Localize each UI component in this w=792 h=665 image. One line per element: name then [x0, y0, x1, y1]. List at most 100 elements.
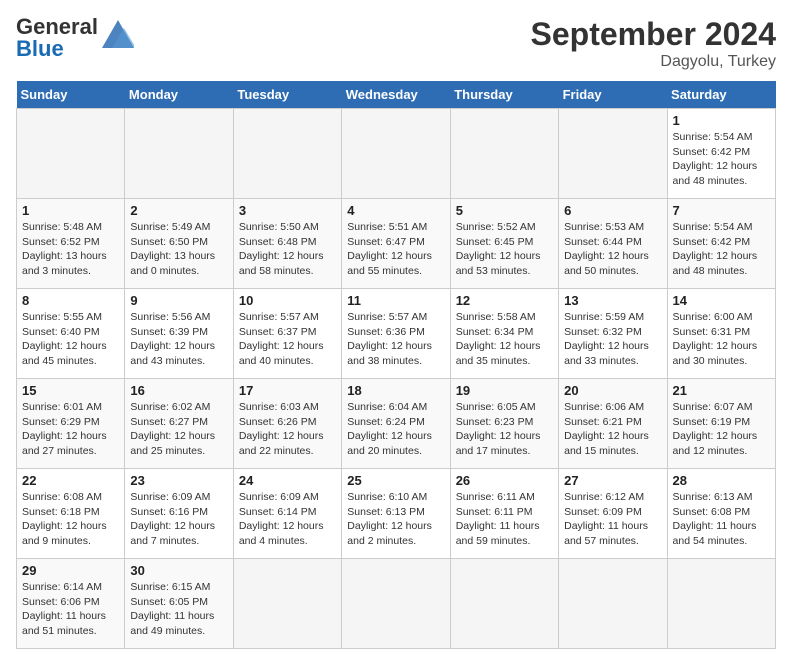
calendar-week-2: 1Sunrise: 5:48 AMSunset: 6:52 PMDaylight…: [17, 199, 776, 289]
day-number: 24: [239, 473, 336, 488]
day-detail: Sunrise: 5:48 AMSunset: 6:52 PMDaylight:…: [22, 220, 119, 279]
month-title: September 2024: [531, 16, 776, 53]
day-number: 2: [130, 203, 227, 218]
day-detail: Sunrise: 6:12 AMSunset: 6:09 PMDaylight:…: [564, 490, 661, 549]
day-detail: Sunrise: 6:09 AMSunset: 6:16 PMDaylight:…: [130, 490, 227, 549]
day-detail: Sunrise: 6:00 AMSunset: 6:31 PMDaylight:…: [673, 310, 770, 369]
calendar-cell: [17, 109, 125, 199]
day-detail: Sunrise: 6:08 AMSunset: 6:18 PMDaylight:…: [22, 490, 119, 549]
calendar-cell: 11 Sunrise: 5:57 AMSunset: 6:36 PMDayligh…: [342, 289, 450, 379]
logo-blue: Blue: [16, 36, 64, 61]
page-header: General Blue September 2024 Dagyolu, Tur…: [16, 16, 776, 71]
day-detail: Sunrise: 6:03 AMSunset: 6:26 PMDaylight:…: [239, 400, 336, 459]
day-detail: Sunrise: 5:59 AMSunset: 6:32 PMDaylight:…: [564, 310, 661, 369]
calendar-cell: [667, 559, 775, 649]
calendar-week-1: 1 Sunrise: 5:54 AMSunset: 6:42 PMDaylight…: [17, 109, 776, 199]
day-number: 20: [564, 383, 661, 398]
day-number: 22: [22, 473, 119, 488]
calendar-cell: 5Sunrise: 5:52 AMSunset: 6:45 PMDaylight…: [450, 199, 558, 289]
calendar-week-6: 29Sunrise: 6:14 AMSunset: 6:06 PMDayligh…: [17, 559, 776, 649]
calendar-cell: 9 Sunrise: 5:56 AMSunset: 6:39 PMDaylight…: [125, 289, 233, 379]
day-number: 18: [347, 383, 444, 398]
day-number: 21: [673, 383, 770, 398]
day-detail: Sunrise: 5:53 AMSunset: 6:44 PMDaylight:…: [564, 220, 661, 279]
day-detail: Sunrise: 6:13 AMSunset: 6:08 PMDaylight:…: [673, 490, 770, 549]
header-friday: Friday: [559, 81, 667, 109]
day-detail: Sunrise: 6:15 AMSunset: 6:05 PMDaylight:…: [130, 580, 227, 639]
calendar-table: SundayMondayTuesdayWednesdayThursdayFrid…: [16, 81, 776, 649]
day-number: 28: [673, 473, 770, 488]
day-number: 7: [673, 203, 770, 218]
day-detail: Sunrise: 6:11 AMSunset: 6:11 PMDaylight:…: [456, 490, 553, 549]
calendar-cell: 24 Sunrise: 6:09 AMSunset: 6:14 PMDayligh…: [233, 469, 341, 559]
calendar-cell: 1 Sunrise: 5:54 AMSunset: 6:42 PMDaylight…: [667, 109, 775, 199]
day-number: 3: [239, 203, 336, 218]
location: Dagyolu, Turkey: [531, 53, 776, 71]
calendar-cell: [342, 559, 450, 649]
calendar-cell: [450, 109, 558, 199]
day-number: 25: [347, 473, 444, 488]
calendar-cell: [559, 109, 667, 199]
day-number: 23: [130, 473, 227, 488]
day-detail: Sunrise: 5:55 AMSunset: 6:40 PMDaylight:…: [22, 310, 119, 369]
calendar-cell: 13Sunrise: 5:59 AMSunset: 6:32 PMDayligh…: [559, 289, 667, 379]
calendar-cell: 8 Sunrise: 5:55 AMSunset: 6:40 PMDaylight…: [17, 289, 125, 379]
day-detail: Sunrise: 5:57 AMSunset: 6:37 PMDaylight:…: [239, 310, 336, 369]
calendar-week-3: 8 Sunrise: 5:55 AMSunset: 6:40 PMDaylight…: [17, 289, 776, 379]
day-detail: Sunrise: 5:54 AMSunset: 6:42 PMDaylight:…: [673, 220, 770, 279]
day-number: 11: [347, 293, 444, 308]
calendar-cell: 14 Sunrise: 6:00 AMSunset: 6:31 PMDayligh…: [667, 289, 775, 379]
calendar-cell: 30 Sunrise: 6:15 AMSunset: 6:05 PMDayligh…: [125, 559, 233, 649]
header-wednesday: Wednesday: [342, 81, 450, 109]
day-detail: Sunrise: 6:01 AMSunset: 6:29 PMDaylight:…: [22, 400, 119, 459]
day-detail: Sunrise: 5:51 AMSunset: 6:47 PMDaylight:…: [347, 220, 444, 279]
calendar-week-4: 15Sunrise: 6:01 AMSunset: 6:29 PMDayligh…: [17, 379, 776, 469]
calendar-cell: 23 Sunrise: 6:09 AMSunset: 6:16 PMDayligh…: [125, 469, 233, 559]
logo: General Blue: [16, 16, 134, 60]
day-number: 9: [130, 293, 227, 308]
calendar-cell: 19 Sunrise: 6:05 AMSunset: 6:23 PMDayligh…: [450, 379, 558, 469]
day-detail: Sunrise: 6:09 AMSunset: 6:14 PMDaylight:…: [239, 490, 336, 549]
day-number: 16: [130, 383, 227, 398]
day-detail: Sunrise: 6:02 AMSunset: 6:27 PMDaylight:…: [130, 400, 227, 459]
day-number: 5: [456, 203, 553, 218]
day-number: 8: [22, 293, 119, 308]
day-detail: Sunrise: 6:10 AMSunset: 6:13 PMDaylight:…: [347, 490, 444, 549]
calendar-week-5: 22 Sunrise: 6:08 AMSunset: 6:18 PMDayligh…: [17, 469, 776, 559]
day-number: 27: [564, 473, 661, 488]
day-number: 1: [673, 113, 770, 128]
calendar-cell: [233, 559, 341, 649]
calendar-cell: 4Sunrise: 5:51 AMSunset: 6:47 PMDaylight…: [342, 199, 450, 289]
day-number: 12: [456, 293, 553, 308]
day-detail: Sunrise: 5:54 AMSunset: 6:42 PMDaylight:…: [673, 130, 770, 189]
day-number: 14: [673, 293, 770, 308]
calendar-cell: 27 Sunrise: 6:12 AMSunset: 6:09 PMDayligh…: [559, 469, 667, 559]
header-saturday: Saturday: [667, 81, 775, 109]
day-detail: Sunrise: 5:56 AMSunset: 6:39 PMDaylight:…: [130, 310, 227, 369]
calendar-cell: [450, 559, 558, 649]
calendar-cell: 10Sunrise: 5:57 AMSunset: 6:37 PMDayligh…: [233, 289, 341, 379]
calendar-cell: 17 Sunrise: 6:03 AMSunset: 6:26 PMDayligh…: [233, 379, 341, 469]
day-number: 17: [239, 383, 336, 398]
calendar-cell: [559, 559, 667, 649]
calendar-cell: 22 Sunrise: 6:08 AMSunset: 6:18 PMDayligh…: [17, 469, 125, 559]
calendar-cell: 7 Sunrise: 5:54 AMSunset: 6:42 PMDaylight…: [667, 199, 775, 289]
title-block: September 2024 Dagyolu, Turkey: [531, 16, 776, 71]
day-number: 6: [564, 203, 661, 218]
logo-icon: [102, 20, 134, 48]
day-detail: Sunrise: 6:07 AMSunset: 6:19 PMDaylight:…: [673, 400, 770, 459]
day-detail: Sunrise: 6:06 AMSunset: 6:21 PMDaylight:…: [564, 400, 661, 459]
day-detail: Sunrise: 6:04 AMSunset: 6:24 PMDaylight:…: [347, 400, 444, 459]
day-detail: Sunrise: 5:49 AMSunset: 6:50 PMDaylight:…: [130, 220, 227, 279]
calendar-cell: 1Sunrise: 5:48 AMSunset: 6:52 PMDaylight…: [17, 199, 125, 289]
day-detail: Sunrise: 5:58 AMSunset: 6:34 PMDaylight:…: [456, 310, 553, 369]
calendar-cell: 28 Sunrise: 6:13 AMSunset: 6:08 PMDayligh…: [667, 469, 775, 559]
day-number: 30: [130, 563, 227, 578]
day-number: 19: [456, 383, 553, 398]
day-detail: Sunrise: 5:57 AMSunset: 6:36 PMDaylight:…: [347, 310, 444, 369]
day-detail: Sunrise: 6:05 AMSunset: 6:23 PMDaylight:…: [456, 400, 553, 459]
calendar-cell: 16 Sunrise: 6:02 AMSunset: 6:27 PMDayligh…: [125, 379, 233, 469]
calendar-cell: [125, 109, 233, 199]
calendar-cell: 21 Sunrise: 6:07 AMSunset: 6:19 PMDayligh…: [667, 379, 775, 469]
day-number: 29: [22, 563, 119, 578]
